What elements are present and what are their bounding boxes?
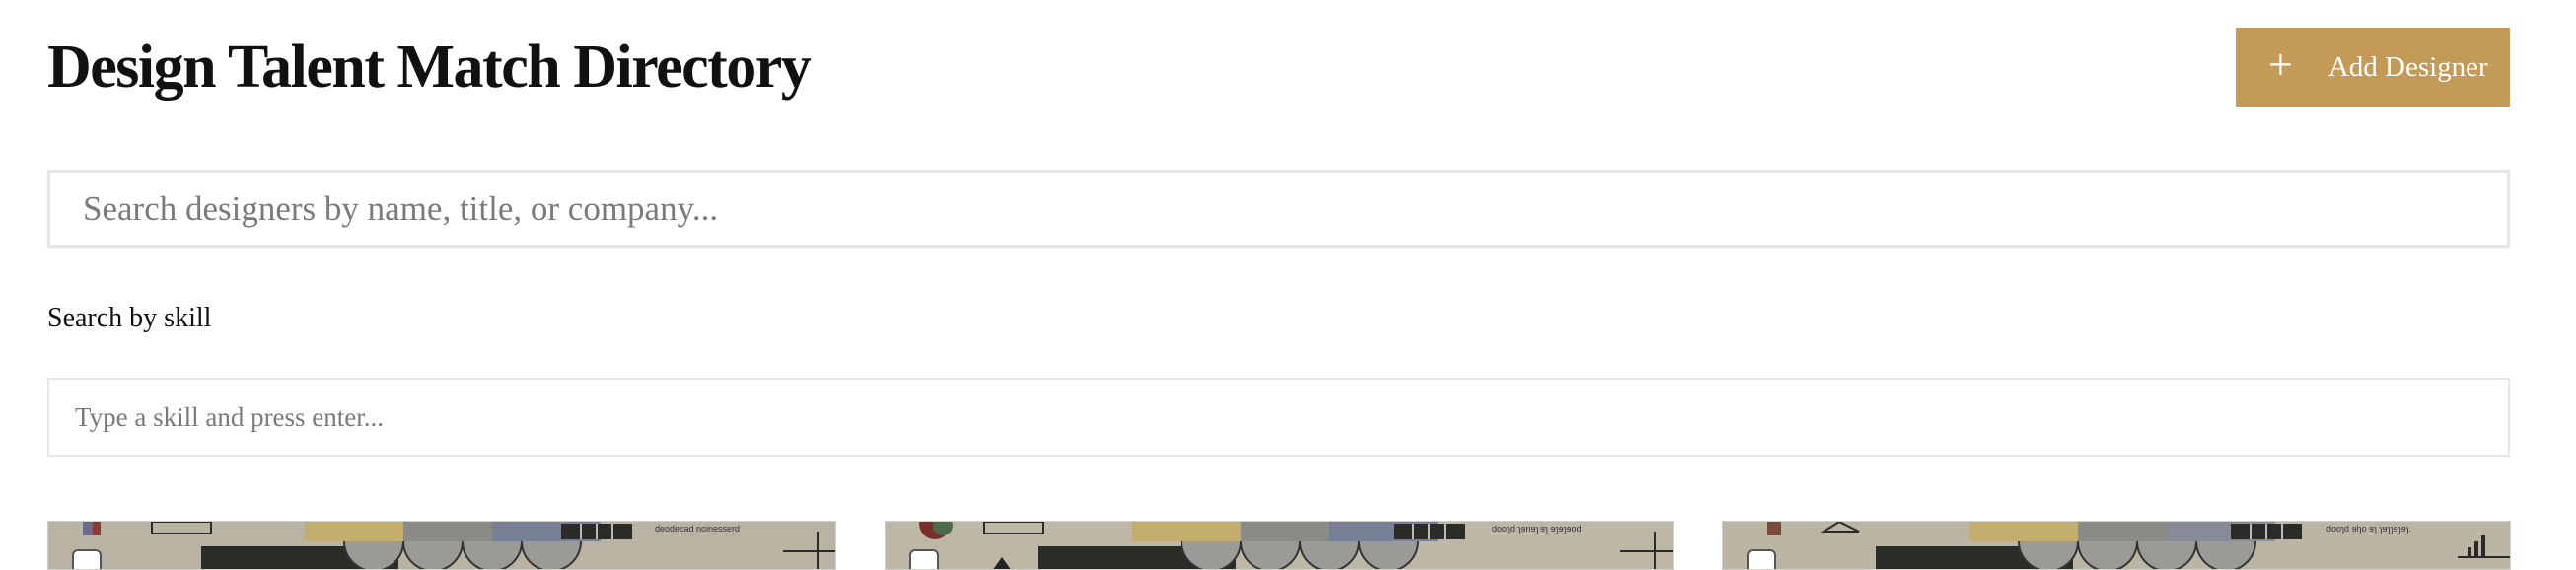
card-cover-image: deodecad noinesserd: [48, 522, 835, 569]
add-designer-button[interactable]: + Add Designer: [2236, 28, 2510, 107]
card-cover-caption: deodecad noinesserd: [655, 524, 740, 534]
card-select-checkbox[interactable]: [909, 549, 939, 569]
card-cover-caption: dooɿd ɘlɿo ɘɿ ɿɘɿɿɘɿɘɿ.: [2326, 524, 2411, 534]
page-title: Design Talent Match Directory: [47, 34, 812, 101]
designer-card[interactable]: dooɿd ɿɘnɘɿ ɘɿ ɘɿɘɿɘod: [885, 521, 1674, 570]
skill-search-input[interactable]: [47, 378, 2510, 457]
add-designer-label: Add Designer: [2327, 50, 2488, 83]
designer-card[interactable]: deodecad noinesserd: [47, 521, 836, 570]
designer-card[interactable]: dooɿd ɘlɿo ɘɿ ɿɘɿɿɘɿɘɿ.: [1722, 521, 2511, 570]
card-cover-image: dooɿd ɿɘnɘɿ ɘɿ ɘɿɘɿɘod: [886, 522, 1673, 569]
card-cover-caption: dooɿd ɿɘnɘɿ ɘɿ ɘɿɘɿɘod: [1492, 524, 1582, 534]
card-select-checkbox[interactable]: [1747, 549, 1776, 569]
card-select-checkbox[interactable]: [72, 549, 102, 569]
designer-search-input[interactable]: [47, 170, 2510, 248]
skill-search-label: Search by skill: [47, 303, 212, 333]
card-cover-image: dooɿd ɘlɿo ɘɿ ɿɘɿɿɘɿɘɿ.: [1723, 522, 2510, 569]
plus-icon: +: [2268, 40, 2293, 89]
